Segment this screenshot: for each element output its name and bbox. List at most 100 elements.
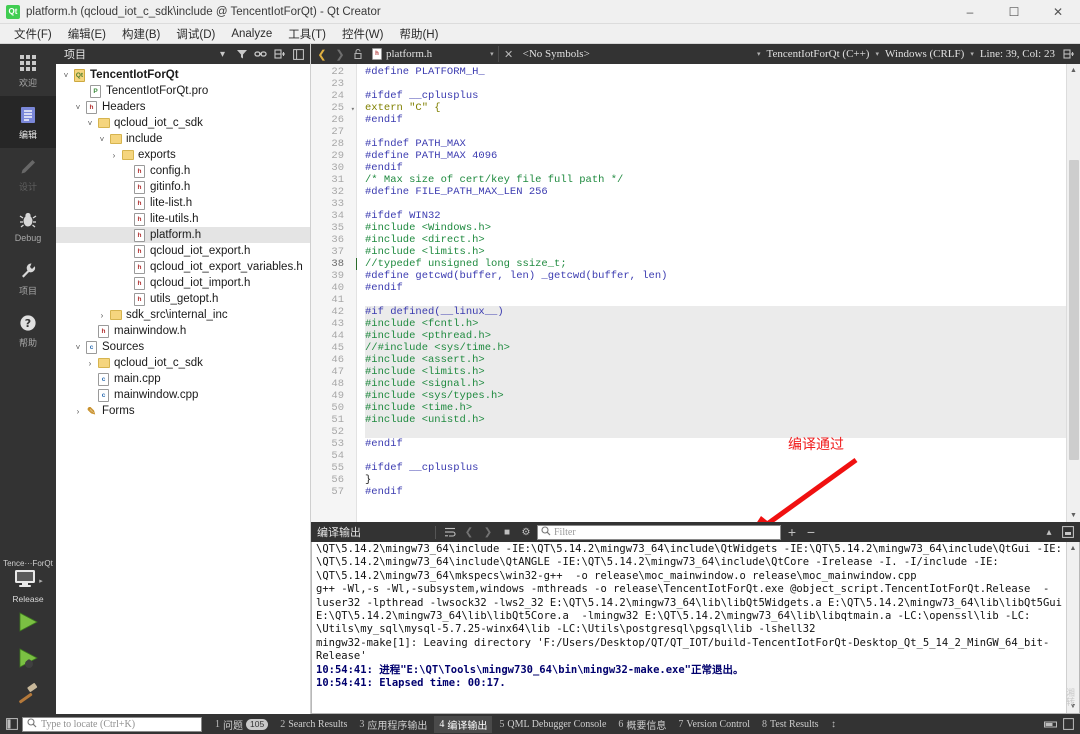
code-line[interactable]: //#include <sys/time.h> [365, 342, 1066, 354]
menu-edit[interactable]: 编辑(E) [60, 24, 114, 44]
code-line[interactable]: #define PATH_MAX 4096 [365, 150, 1066, 162]
status-tab-compile-output[interactable]: 4 编译输出 [434, 715, 493, 733]
code-line[interactable]: #ifdef __cplusplus [365, 90, 1066, 102]
debug-button[interactable] [0, 642, 56, 678]
menu-file[interactable]: 文件(F) [6, 24, 60, 44]
tree-node-qcloud-sdk-headers[interactable]: ˅ qcloud_iot_c_sdk [56, 115, 310, 131]
run-button[interactable] [0, 606, 56, 642]
code-line[interactable]: #ifdef WIN32 [365, 210, 1066, 222]
output-filter-input[interactable]: Filter [537, 524, 781, 540]
tree-node-mainwindow-h[interactable]: › h mainwindow.h [56, 323, 310, 339]
code-line[interactable]: #include <pthread.h> [365, 330, 1066, 342]
collapse-chevron-icon[interactable]: › [96, 311, 108, 320]
back-chevron-icon[interactable]: ❮ [314, 46, 330, 62]
menu-widgets[interactable]: 控件(W) [334, 24, 392, 44]
split-icon[interactable] [272, 47, 287, 62]
split-editor-icon[interactable] [1061, 46, 1077, 62]
project-tree[interactable]: ˅ Qt TencentIotForQt › P TencentIotForQt… [56, 64, 310, 714]
sidebar-toggle-icon[interactable] [4, 716, 20, 732]
expand-chevron-icon[interactable]: ˅ [96, 135, 108, 144]
chevron-down-icon[interactable]: ▾ [875, 50, 879, 58]
prev-item-icon[interactable]: ❮ [461, 524, 477, 540]
code-line[interactable]: #endif [365, 114, 1066, 126]
maximize-button[interactable]: ☐ [992, 0, 1036, 24]
collapse-chevron-icon[interactable]: › [108, 151, 120, 160]
editor-scrollbar-thumb[interactable] [1069, 160, 1079, 460]
mode-edit[interactable]: 编辑 [0, 96, 56, 148]
code-line[interactable]: #define getcwd(buffer, len) _getcwd(buff… [365, 270, 1066, 282]
status-tab-search-results[interactable]: 2 Search Results [275, 718, 352, 731]
filter-icon[interactable] [234, 47, 249, 62]
tree-node-include[interactable]: ˅ include [56, 131, 310, 147]
status-tab-issues[interactable]: 1 问题 105 [210, 716, 273, 733]
tree-node-forms[interactable]: › ✎ Forms [56, 403, 310, 419]
collapse-chevron-icon[interactable]: › [84, 359, 96, 368]
minimize-button[interactable]: – [948, 0, 992, 24]
chevron-down-icon[interactable]: ▾ [970, 50, 974, 58]
expand-chevron-icon[interactable]: ˅ [84, 119, 96, 128]
tree-node-lite-list-h[interactable]: › h lite-list.h [56, 195, 310, 211]
tree-node-gitinfo-h[interactable]: › h gitinfo.h [56, 179, 310, 195]
chevron-up-icon[interactable]: ▴ [1041, 524, 1057, 540]
chevron-down-icon[interactable]: ▾ [490, 50, 494, 58]
tree-node-mainwindow-cpp[interactable]: › c mainwindow.cpp [56, 387, 310, 403]
code-line[interactable]: /* Max size of cert/key file full path *… [365, 174, 1066, 186]
code-line[interactable] [365, 426, 1066, 438]
scroll-down-arrow-icon[interactable]: ▼ [1070, 509, 1077, 522]
code-line[interactable]: #include <sys/types.h> [365, 390, 1066, 402]
code-line[interactable]: #include <fcntl.h> [365, 318, 1066, 330]
close-document-icon[interactable]: ✕ [501, 46, 517, 62]
link-icon[interactable] [253, 47, 268, 62]
code-line[interactable]: #include <limits.h> [365, 246, 1066, 258]
mode-design[interactable]: 设计 [0, 148, 56, 200]
mode-debug[interactable]: Debug [0, 200, 56, 252]
menu-tools[interactable]: 工具(T) [280, 24, 334, 44]
expand-chevron-icon[interactable]: ˅ [72, 103, 84, 112]
code-line[interactable] [365, 294, 1066, 306]
tree-node-qcloud-iot-import-h[interactable]: › h qcloud_iot_import.h [56, 275, 310, 291]
line-ending-combo[interactable]: Windows (CRLF) [881, 46, 968, 62]
forward-chevron-icon[interactable]: ❯ [332, 46, 348, 62]
collapse-chevron-icon[interactable]: › [72, 407, 84, 416]
code-line[interactable]: //typedef unsigned long ssize_t; [365, 258, 1066, 270]
code-line[interactable]: #endif [365, 162, 1066, 174]
resize-handle-icon[interactable]: ↕ [825, 716, 841, 732]
tree-node-platform-h[interactable]: › h platform.h [56, 227, 310, 243]
tree-node-config-h[interactable]: › h config.h [56, 163, 310, 179]
tree-node-qcloud-sdk-sources[interactable]: › qcloud_iot_c_sdk [56, 355, 310, 371]
code-text[interactable]: #define PLATFORM_H_ #ifdef __cplusplus ext… [357, 64, 1066, 522]
code-line[interactable]: #include <direct.h> [365, 234, 1066, 246]
code-line[interactable] [365, 78, 1066, 90]
unlocked-icon[interactable] [350, 46, 366, 62]
tree-node-qcloud-iot-export-variables-h[interactable]: › h qcloud_iot_export_variables.h [56, 259, 310, 275]
code-line[interactable]: #ifndef PATH_MAX [365, 138, 1066, 150]
code-line[interactable]: #include <signal.h> [365, 378, 1066, 390]
scroll-up-arrow-icon[interactable]: ▲ [1070, 64, 1077, 77]
close-panel-icon[interactable] [291, 47, 306, 62]
tree-node-lite-utils-h[interactable]: › h lite-utils.h [56, 211, 310, 227]
tree-node-headers[interactable]: ˅ h Headers [56, 99, 310, 115]
code-line[interactable]: #endif [365, 282, 1066, 294]
settings-gear-icon[interactable]: ⚙ [518, 524, 534, 540]
code-line[interactable]: #include <time.h> [365, 402, 1066, 414]
status-tab-general-messages[interactable]: 6 概要信息 [613, 716, 671, 733]
chevron-down-icon[interactable]: ▾ [215, 47, 230, 62]
tree-node-qcloud-iot-export-h[interactable]: › h qcloud_iot_export.h [56, 243, 310, 259]
code-editor[interactable]: 22 23 24 25 ▾ 26 27 28 29 30 31 32 33 34 35 36 37 38 39 40 4… [311, 64, 1080, 522]
code-pane[interactable]: 22 23 24 25 ▾ 26 27 28 29 30 31 32 33 34 35 36 37 38 39 40 4… [311, 64, 1066, 522]
menu-help[interactable]: 帮助(H) [391, 24, 446, 44]
expand-chevron-icon[interactable]: ˅ [72, 343, 84, 352]
next-item-icon[interactable]: ❯ [480, 524, 496, 540]
output-panel-body[interactable]: \QT\5.14.2\mingw73_64\include -IE:\QT\5.… [311, 542, 1080, 714]
build-button[interactable] [0, 678, 56, 714]
compile-output-text[interactable]: \QT\5.14.2\mingw73_64\include -IE:\QT\5.… [312, 542, 1066, 713]
stop-icon[interactable]: ■ [499, 524, 515, 540]
code-line[interactable] [365, 198, 1066, 210]
word-wrap-icon[interactable] [442, 524, 458, 540]
tree-node-main-cpp[interactable]: › c main.cpp [56, 371, 310, 387]
code-line[interactable]: #include <Windows.h> [365, 222, 1066, 234]
tree-node-sdk-src-internal-inc[interactable]: › sdk_src\internal_inc [56, 307, 310, 323]
close-button[interactable]: ✕ [1036, 0, 1080, 24]
code-line[interactable]: #include <assert.h> [365, 354, 1066, 366]
code-line[interactable]: #include <limits.h> [365, 366, 1066, 378]
